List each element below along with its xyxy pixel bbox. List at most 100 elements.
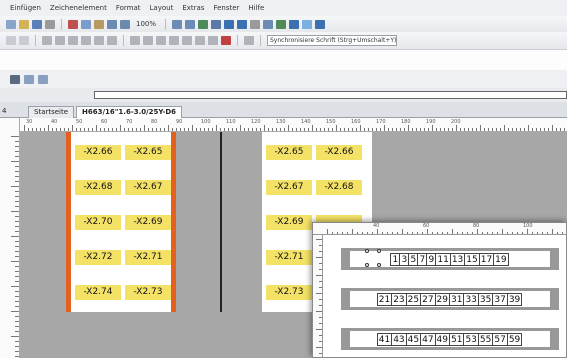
pin-number[interactable]: 37 (492, 292, 508, 306)
selection-handle[interactable] (365, 263, 369, 267)
zoom-in-icon[interactable] (172, 19, 183, 29)
underline-icon[interactable] (68, 36, 78, 45)
pin-number[interactable]: 15 (464, 252, 480, 266)
preview-window[interactable]: 40 60 80 100 1 3 5 7 9 11 13 15 17 19 21 23 25 27 29 31 33 3… (312, 222, 567, 358)
pin-number[interactable]: 41 (376, 332, 393, 346)
italic-icon[interactable] (55, 36, 65, 45)
pin-number[interactable]: 29 (434, 292, 450, 306)
pin-number[interactable]: 43 (391, 332, 407, 346)
pin-number[interactable]: 51 (449, 332, 465, 346)
indent-icon[interactable] (130, 36, 140, 45)
wire-label[interactable]: -X2.72 (75, 250, 121, 265)
save-icon[interactable] (32, 19, 42, 29)
pin-number[interactable]: 17 (478, 252, 495, 266)
redo-icon[interactable] (120, 19, 130, 29)
open-folder-icon[interactable] (19, 19, 29, 29)
pin-number[interactable]: 35 (477, 292, 494, 306)
font-size-select[interactable] (19, 36, 29, 45)
menu-item[interactable]: Extras (182, 4, 204, 12)
rows-icon[interactable] (38, 74, 48, 84)
menu-item[interactable]: Einfügen (10, 4, 41, 12)
wire-label[interactable]: -X2.67 (125, 180, 171, 195)
pin-number[interactable]: 45 (405, 332, 422, 346)
align-left-icon[interactable] (81, 36, 91, 45)
tab-startseite[interactable]: Startseite (28, 106, 75, 118)
zoom-value[interactable]: 100% (133, 20, 159, 28)
menu-item[interactable]: Format (116, 4, 141, 12)
pin-number[interactable]: 33 (463, 292, 479, 306)
wire-label[interactable]: -X2.67 (266, 180, 312, 195)
copy-icon[interactable] (81, 19, 91, 29)
paste-icon[interactable] (94, 19, 104, 29)
menu-item[interactable]: Fenster (213, 4, 239, 12)
properties-icon[interactable] (289, 19, 300, 29)
arrange-icon[interactable] (208, 36, 218, 45)
grid-icon[interactable] (198, 19, 209, 29)
print-icon[interactable] (45, 19, 55, 29)
line-style-icon[interactable] (195, 36, 205, 45)
pin-number[interactable]: 25 (405, 292, 422, 306)
pin-number[interactable]: 59 (506, 332, 523, 346)
pin-number[interactable]: 13 (449, 252, 466, 266)
menu-item[interactable]: Hilfe (248, 4, 264, 12)
snap-icon[interactable] (276, 19, 287, 29)
sync-font-box[interactable]: Synchronisiere Schrift (Strg+Umschalt+Y) (267, 35, 397, 46)
border-icon[interactable] (169, 36, 179, 45)
selection-handle[interactable] (377, 263, 381, 267)
pin-number[interactable]: 49 (434, 332, 450, 346)
menu-item[interactable]: Layout (150, 4, 174, 12)
tab-document[interactable]: H663/16"1.6-3.0/25Y-D6 (76, 106, 183, 118)
wire-label[interactable]: -X2.70 (75, 215, 121, 230)
view-icon[interactable] (224, 19, 235, 29)
wire-label[interactable]: -X2.66 (75, 145, 121, 160)
pin-number[interactable]: 31 (449, 292, 465, 306)
align-right-icon[interactable] (107, 36, 117, 45)
selection-handle[interactable] (365, 249, 369, 253)
outdent-icon[interactable] (143, 36, 153, 45)
pin-number[interactable]: 55 (477, 332, 494, 346)
undo-icon[interactable] (107, 19, 117, 29)
tab-scroll-left-icon[interactable]: 4 (2, 107, 6, 115)
font-color-icon[interactable] (221, 36, 231, 45)
new-file-icon[interactable] (6, 19, 16, 29)
font-name-select[interactable] (6, 36, 16, 45)
pin-number[interactable]: 39 (506, 292, 523, 306)
wire-label[interactable]: -X2.68 (316, 180, 362, 195)
wire-label[interactable]: -X2.71 (125, 250, 171, 265)
wire-label[interactable]: -X2.68 (75, 180, 121, 195)
pin-number[interactable]: 53 (463, 332, 479, 346)
command-input[interactable] (94, 91, 567, 99)
wire-label[interactable]: -X2.66 (316, 145, 362, 160)
wire-label[interactable]: -X2.69 (266, 215, 312, 230)
distribute-icon[interactable] (263, 19, 274, 29)
pin-number[interactable]: 47 (420, 332, 436, 346)
menu-item[interactable]: Zeichenelement (50, 4, 107, 12)
highlight-icon[interactable] (302, 19, 313, 29)
bold-icon[interactable] (42, 36, 52, 45)
align-center-icon[interactable] (94, 36, 104, 45)
wire-label[interactable]: -X2.73 (125, 285, 171, 300)
pin-number[interactable]: 11 (435, 252, 451, 266)
wire-label[interactable]: -X2.65 (125, 145, 171, 160)
group-icon[interactable] (244, 36, 254, 45)
wire-label[interactable]: -X2.65 (266, 145, 312, 160)
cut-icon[interactable] (68, 19, 78, 29)
wire-label[interactable]: -X2.74 (75, 285, 121, 300)
grid-view-icon[interactable] (10, 74, 20, 84)
list-icon[interactable] (156, 36, 166, 45)
wire-label[interactable]: -X2.69 (125, 215, 171, 230)
wire-label[interactable]: -X2.71 (266, 250, 312, 265)
pin-number[interactable]: 19 (493, 252, 509, 266)
pin-number[interactable]: 27 (420, 292, 436, 306)
align-icon[interactable] (250, 19, 261, 29)
pin-number[interactable]: 57 (492, 332, 508, 346)
pin-number[interactable]: 23 (391, 292, 407, 306)
export-icon[interactable] (315, 19, 326, 29)
fill-icon[interactable] (182, 36, 192, 45)
table-icon[interactable] (237, 19, 248, 29)
wire-label[interactable]: -X2.73 (266, 285, 312, 300)
layer-icon[interactable] (211, 19, 222, 29)
pin-number[interactable]: 21 (376, 292, 393, 306)
columns-icon[interactable] (24, 74, 34, 84)
selection-handle[interactable] (377, 249, 381, 253)
